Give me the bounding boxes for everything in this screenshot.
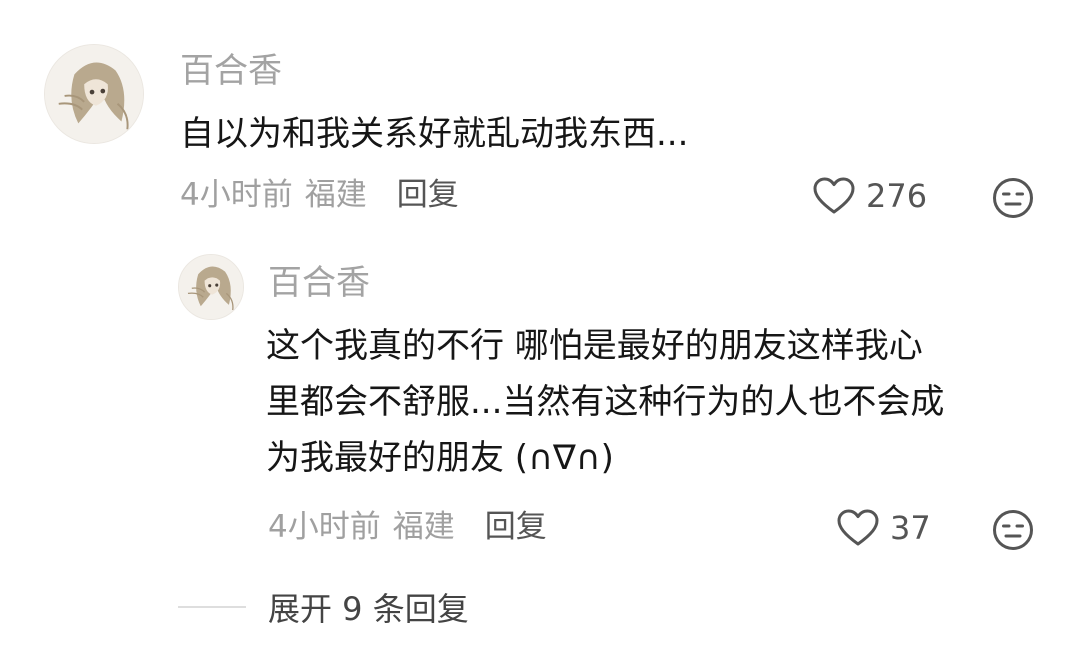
comment-text-line: 里都会不舒服...当然有这种行为的人也不会成 (266, 382, 945, 422)
comment-time: 4小时前 (180, 177, 293, 213)
like-button[interactable]: 37 (836, 508, 931, 548)
reply-button[interactable]: 回复 (485, 512, 547, 543)
comment-meta: 4小时前 福建 回复 (268, 512, 547, 543)
comment-username[interactable]: 百合香 (268, 266, 370, 300)
reaction-button[interactable] (992, 509, 1034, 551)
expand-replies-button[interactable]: 展开 9 条回复 (178, 584, 469, 630)
comment-text: 这个我真的不行 哪怕是最好的朋友这样我心 里都会不舒服...当然有这种行为的人也… (266, 318, 944, 486)
comment-text-line: 这个我真的不行 哪怕是最好的朋友这样我心 (266, 326, 923, 366)
reply-button[interactable]: 回复 (397, 180, 459, 211)
avatar[interactable] (44, 44, 144, 144)
comment-text: 自以为和我关系好就乱动我东西... (180, 106, 688, 162)
heart-outline-icon (813, 177, 855, 214)
comment-time: 4小时前 (268, 509, 381, 545)
like-button[interactable]: 276 (812, 176, 927, 216)
expand-replies-label: 展开 9 条回复 (268, 590, 469, 628)
comment-text-line: 自以为和我关系好就乱动我东西... (180, 114, 689, 154)
heart-outline-icon (837, 509, 879, 546)
comment-username[interactable]: 百合香 (180, 54, 282, 88)
comment-meta: 4小时前 福建 回复 (180, 180, 459, 211)
comment-location: 福建 (304, 177, 367, 213)
neutral-face-icon (993, 178, 1033, 218)
avatar[interactable] (178, 254, 244, 320)
divider (178, 606, 246, 608)
like-count: 276 (866, 177, 928, 215)
comment-location: 福建 (392, 509, 455, 545)
comment-text-line: 为我最好的朋友 (∩∇∩) (266, 438, 614, 478)
reaction-button[interactable] (992, 177, 1034, 219)
avatar-illustration (45, 45, 143, 143)
neutral-face-icon (993, 510, 1033, 550)
avatar-illustration (179, 255, 243, 319)
like-count: 37 (890, 509, 931, 547)
